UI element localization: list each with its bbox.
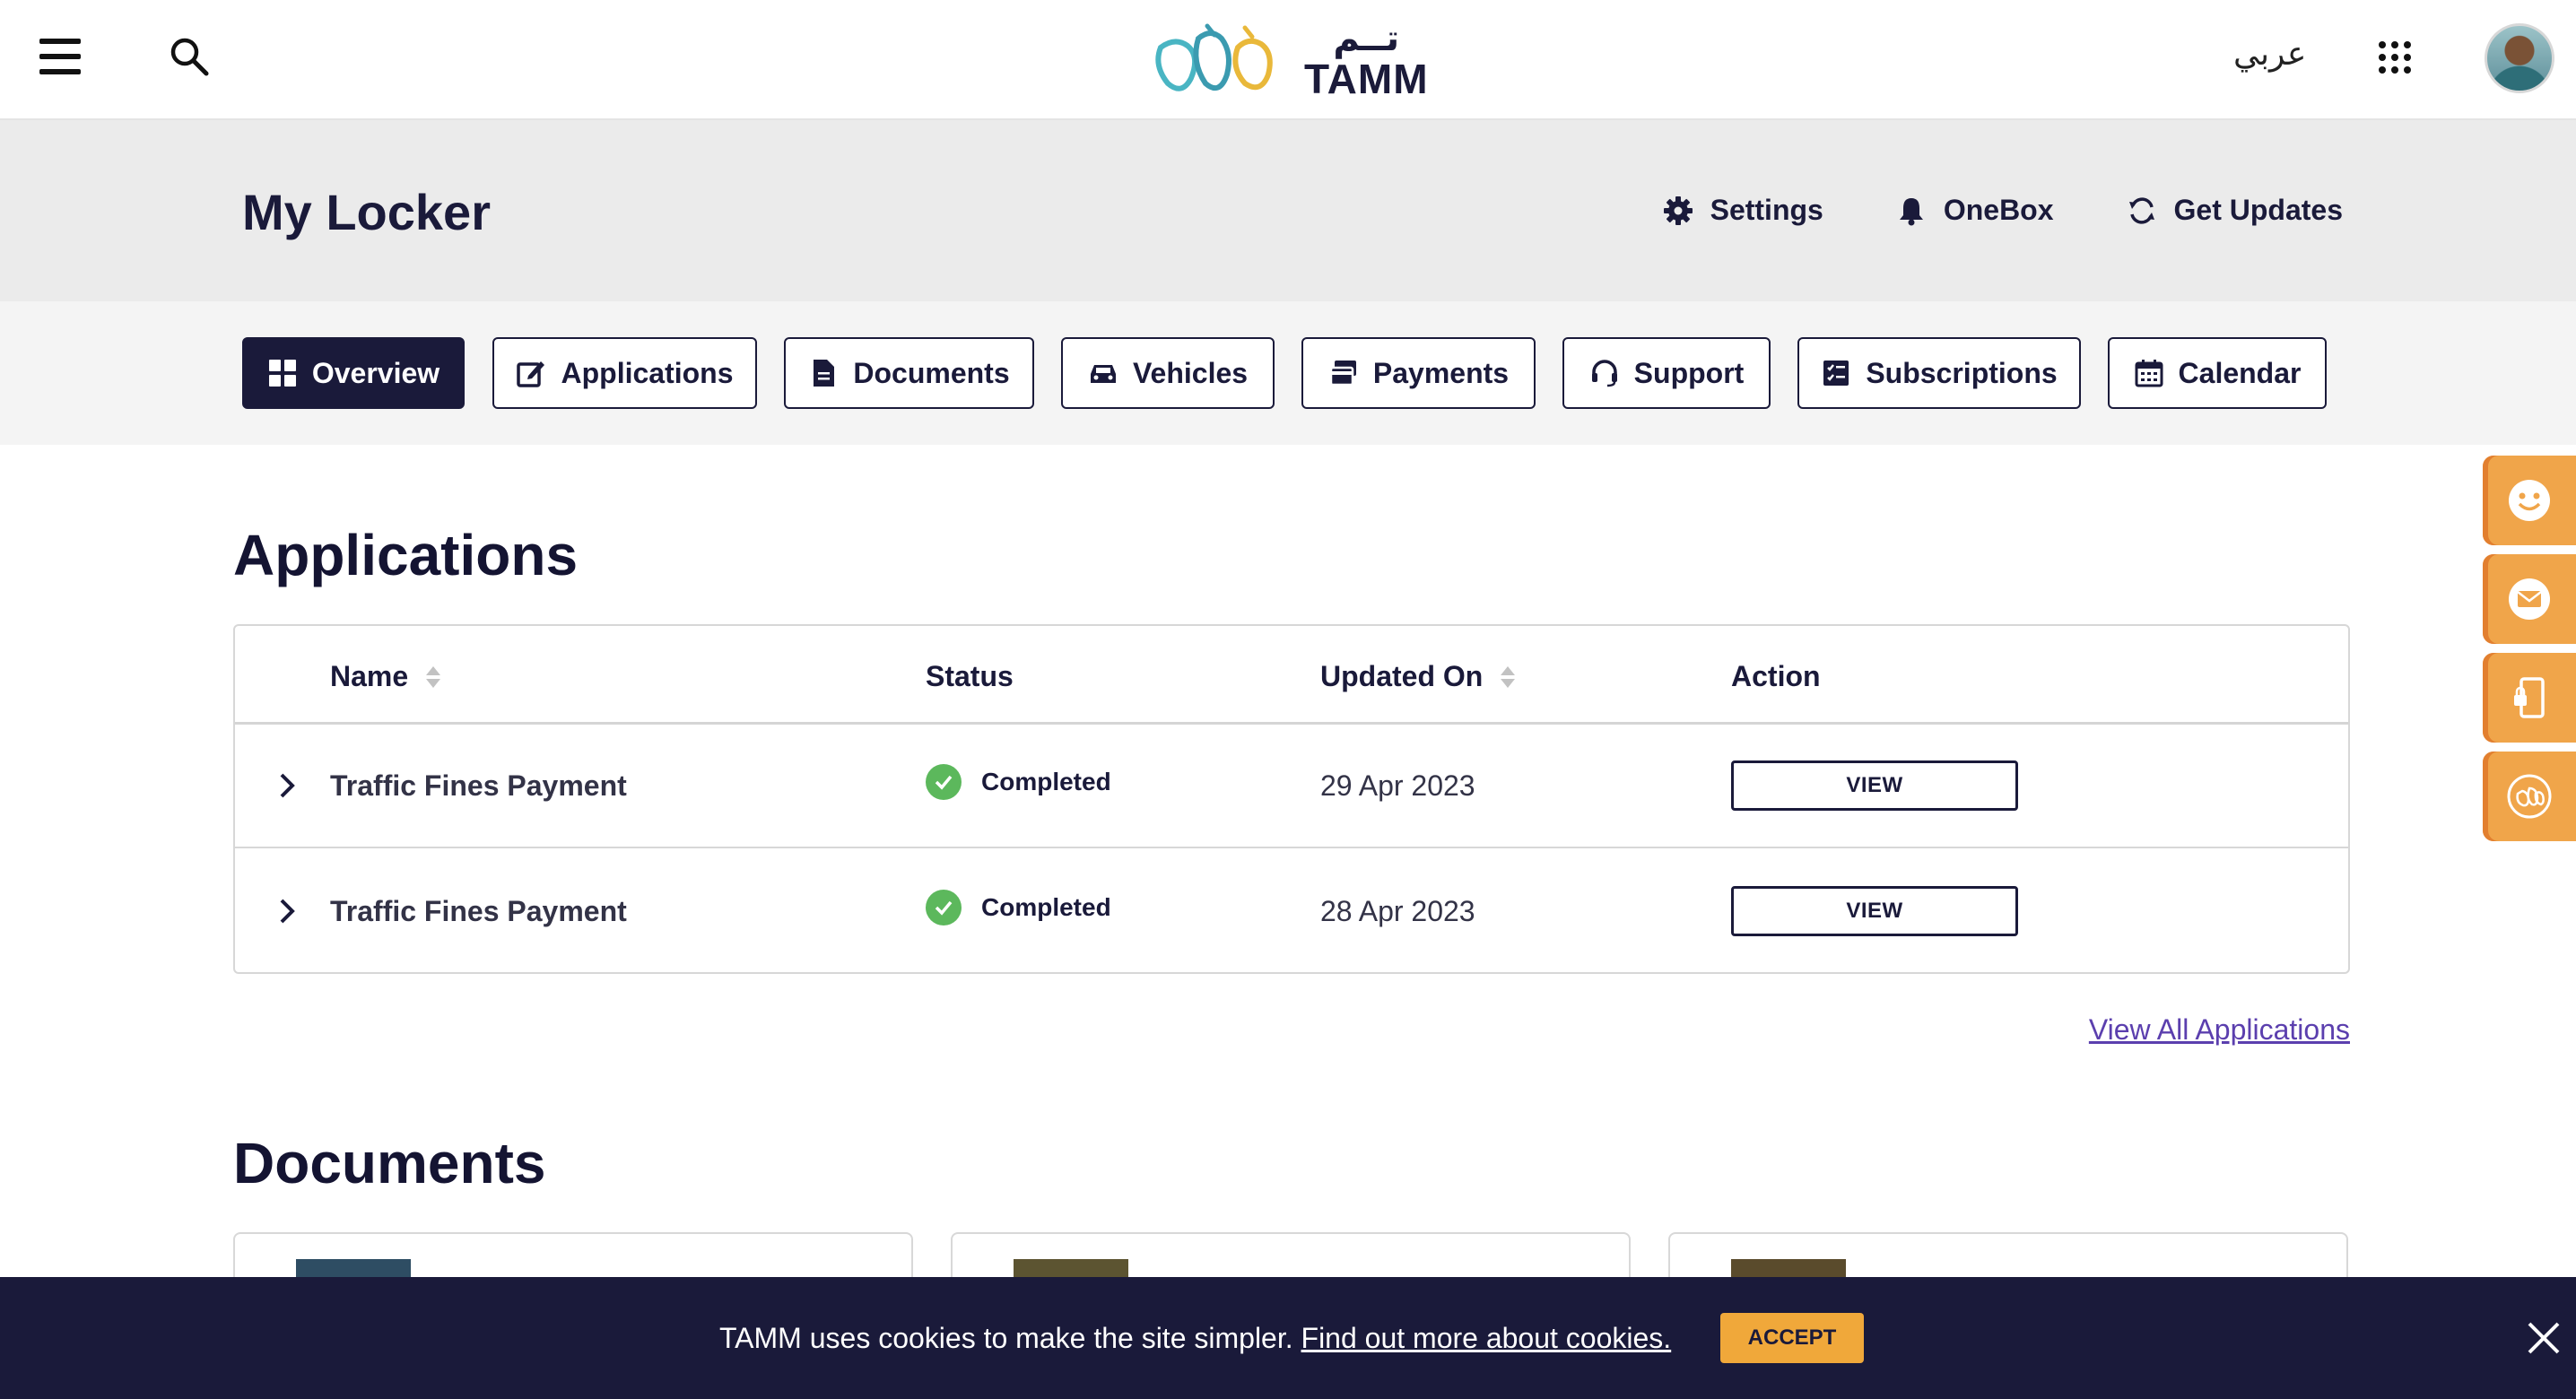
tab-calendar[interactable]: Calendar (2108, 337, 2327, 409)
tab-label: Payments (1372, 356, 1510, 389)
tab-label: Overview (311, 356, 440, 389)
documents-heading: Documents (233, 1131, 546, 1195)
tab-subscriptions[interactable]: Subscriptions (1797, 337, 2081, 409)
updated-date: 28 Apr 2023 (1320, 895, 1475, 927)
tab-payments[interactable]: Payments (1301, 337, 1536, 409)
bell-icon (1899, 197, 1923, 225)
updated-date: 29 Apr 2023 (1320, 769, 1475, 802)
tab-vehicles[interactable]: Vehicles (1061, 337, 1275, 409)
smiley-icon (2509, 480, 2550, 521)
calendar-icon (2135, 360, 2163, 387)
cookie-info-link[interactable]: Find out more about cookies. (1301, 1322, 1672, 1354)
search-icon[interactable] (167, 34, 212, 79)
page-title: My Locker (242, 184, 491, 240)
applications-table: Name Status Updated On Action Traffic Fi… (233, 624, 2350, 974)
locker-tabs: Overview Applications Documents Vehicles… (0, 301, 2576, 445)
tab-label: Subscriptions (1866, 356, 2058, 389)
cookie-banner: TAMM uses cookies to make the site simpl… (0, 1277, 2576, 1399)
mobile-lock-icon (2514, 677, 2545, 718)
settings-label: Settings (1710, 194, 1823, 226)
check-circle-icon (926, 764, 962, 800)
grid-icon (268, 360, 296, 387)
avatar[interactable] (2485, 23, 2554, 93)
language-toggle[interactable]: عربي (2233, 36, 2306, 73)
document-icon (814, 360, 835, 387)
tab-label: Documents (853, 356, 1010, 389)
status-badge: Completed (926, 890, 1111, 925)
onebox-label: OneBox (1943, 194, 2054, 226)
logo-text: TAMM (1304, 56, 1429, 102)
application-name: Traffic Fines Payment (330, 895, 627, 927)
sort-icon[interactable] (1501, 665, 1516, 688)
locker-header: My Locker Settings OneBox Get Updates (0, 120, 2576, 301)
chevron-right-icon[interactable] (271, 769, 303, 802)
tab-label: Applications (561, 356, 734, 389)
onebox-link[interactable]: OneBox (1895, 194, 2054, 227)
column-header-action: Action (1731, 660, 1821, 692)
view-all-applications-link[interactable]: View All Applications (2089, 1013, 2350, 1047)
tab-label: Support (1633, 356, 1745, 389)
table-row: Traffic Fines Payment Completed 28 Apr 2… (235, 850, 2348, 974)
edit-icon (517, 361, 545, 387)
payments-icon (1329, 361, 1356, 387)
application-name: Traffic Fines Payment (330, 769, 627, 802)
tab-support[interactable]: Support (1562, 337, 1771, 409)
close-icon[interactable] (2522, 1316, 2565, 1360)
view-button[interactable]: VIEW (1731, 760, 2018, 811)
check-circle-icon (926, 890, 962, 925)
mail-icon (2509, 578, 2550, 620)
column-header-updated[interactable]: Updated On (1320, 660, 1516, 693)
get-updates-link[interactable]: Get Updates (2126, 194, 2343, 227)
accept-cookies-button[interactable]: ACCEPT (1720, 1313, 1864, 1363)
column-header-name[interactable]: Name (330, 660, 441, 693)
tamm-logo-icon (2507, 774, 2552, 819)
tab-overview[interactable]: Overview (242, 337, 465, 409)
tab-label: Vehicles (1132, 356, 1249, 389)
applications-heading: Applications (233, 523, 579, 587)
top-header: تــم TAMM عربي (0, 0, 2576, 120)
feedback-button[interactable] (2483, 456, 2576, 545)
checklist-icon (1823, 361, 1849, 386)
hamburger-menu-icon[interactable] (39, 36, 81, 77)
tamm-logo-mark-icon (1155, 23, 1273, 91)
table-row: Traffic Fines Payment Completed 29 Apr 2… (235, 725, 2348, 848)
chevron-right-icon[interactable] (271, 895, 303, 927)
column-header-status: Status (926, 660, 1014, 692)
contact-button[interactable] (2483, 554, 2576, 644)
refresh-icon (2128, 196, 2154, 224)
tamm-assistant-button[interactable] (2483, 752, 2576, 841)
apps-grid-icon[interactable] (2379, 41, 2411, 74)
table-header: Name Status Updated On Action (235, 626, 2348, 725)
headset-icon (1591, 360, 1617, 387)
car-icon (1090, 365, 1116, 383)
tab-label: Calendar (2178, 356, 2302, 389)
status-badge: Completed (926, 764, 1111, 800)
gear-icon (1663, 196, 1693, 225)
tamm-logo[interactable]: تــم TAMM (1152, 18, 1429, 100)
cookie-message: TAMM uses cookies to make the site simpl… (719, 1322, 1672, 1354)
secure-app-button[interactable] (2483, 653, 2576, 743)
logo-arabic-text: تــم (1333, 18, 1400, 59)
sort-icon[interactable] (426, 665, 441, 688)
tab-documents[interactable]: Documents (784, 337, 1034, 409)
tab-applications[interactable]: Applications (492, 337, 757, 409)
view-button[interactable]: VIEW (1731, 886, 2018, 936)
settings-link[interactable]: Settings (1662, 194, 1823, 227)
get-updates-label: Get Updates (2173, 194, 2343, 226)
